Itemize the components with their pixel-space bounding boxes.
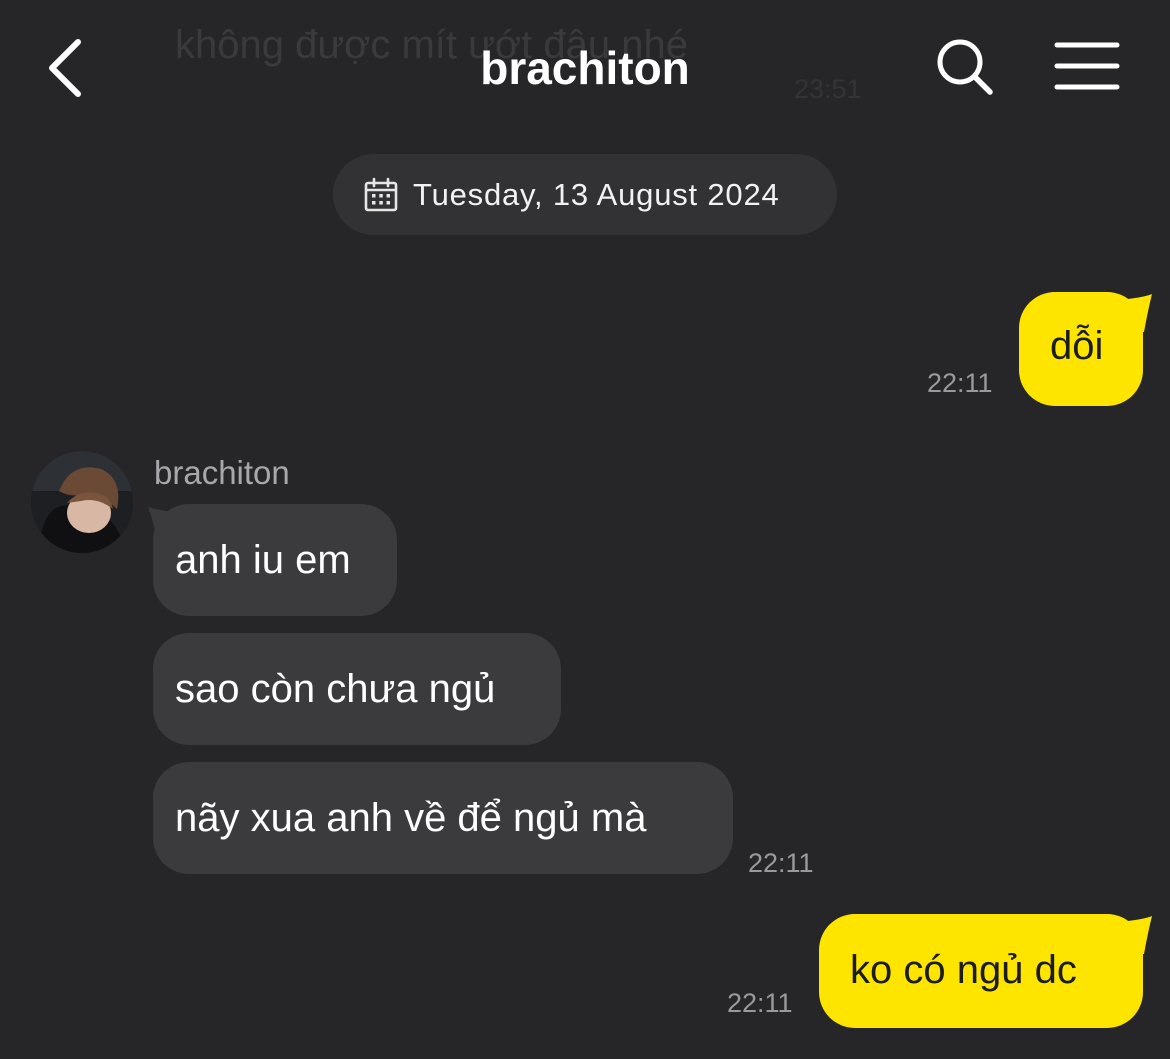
my-message-bubble[interactable]: dỗi [1019, 292, 1143, 406]
hamburger-menu-icon [1054, 42, 1120, 90]
profile-photo [31, 451, 133, 553]
their-message-bubble[interactable]: nãy xua anh về để ngủ mà [153, 762, 733, 874]
chat-header: brachiton [0, 0, 1170, 135]
their-message-bubble[interactable]: sao còn chưa ngủ [153, 633, 561, 745]
message-time: 22:11 [748, 848, 814, 878]
search-button[interactable] [930, 32, 1000, 102]
search-icon [937, 39, 993, 95]
chat-title: brachiton [480, 42, 690, 94]
message-text: sao còn chưa ngủ [175, 667, 496, 711]
back-button[interactable] [30, 30, 100, 106]
avatar[interactable] [31, 451, 133, 553]
chevron-left-icon [49, 39, 81, 97]
calendar-icon [364, 177, 398, 211]
their-message-bubble[interactable]: anh iu em [153, 504, 397, 616]
date-divider: Tuesday, 13 August 2024 [333, 154, 837, 235]
message-text: anh iu em [175, 538, 351, 582]
my-message-bubble[interactable]: ko có ngủ dc [819, 914, 1143, 1028]
message-text: nãy xua anh về để ngủ mà [175, 796, 647, 840]
sender-name: brachiton [154, 454, 290, 491]
message-text: dỗi [1050, 324, 1104, 368]
message-text: ko có ngủ dc [850, 948, 1077, 992]
menu-button[interactable] [1050, 36, 1124, 96]
date-divider-text: Tuesday, 13 August 2024 [413, 176, 780, 212]
message-time: 22:11 [927, 368, 993, 398]
message-time: 22:11 [727, 988, 793, 1018]
